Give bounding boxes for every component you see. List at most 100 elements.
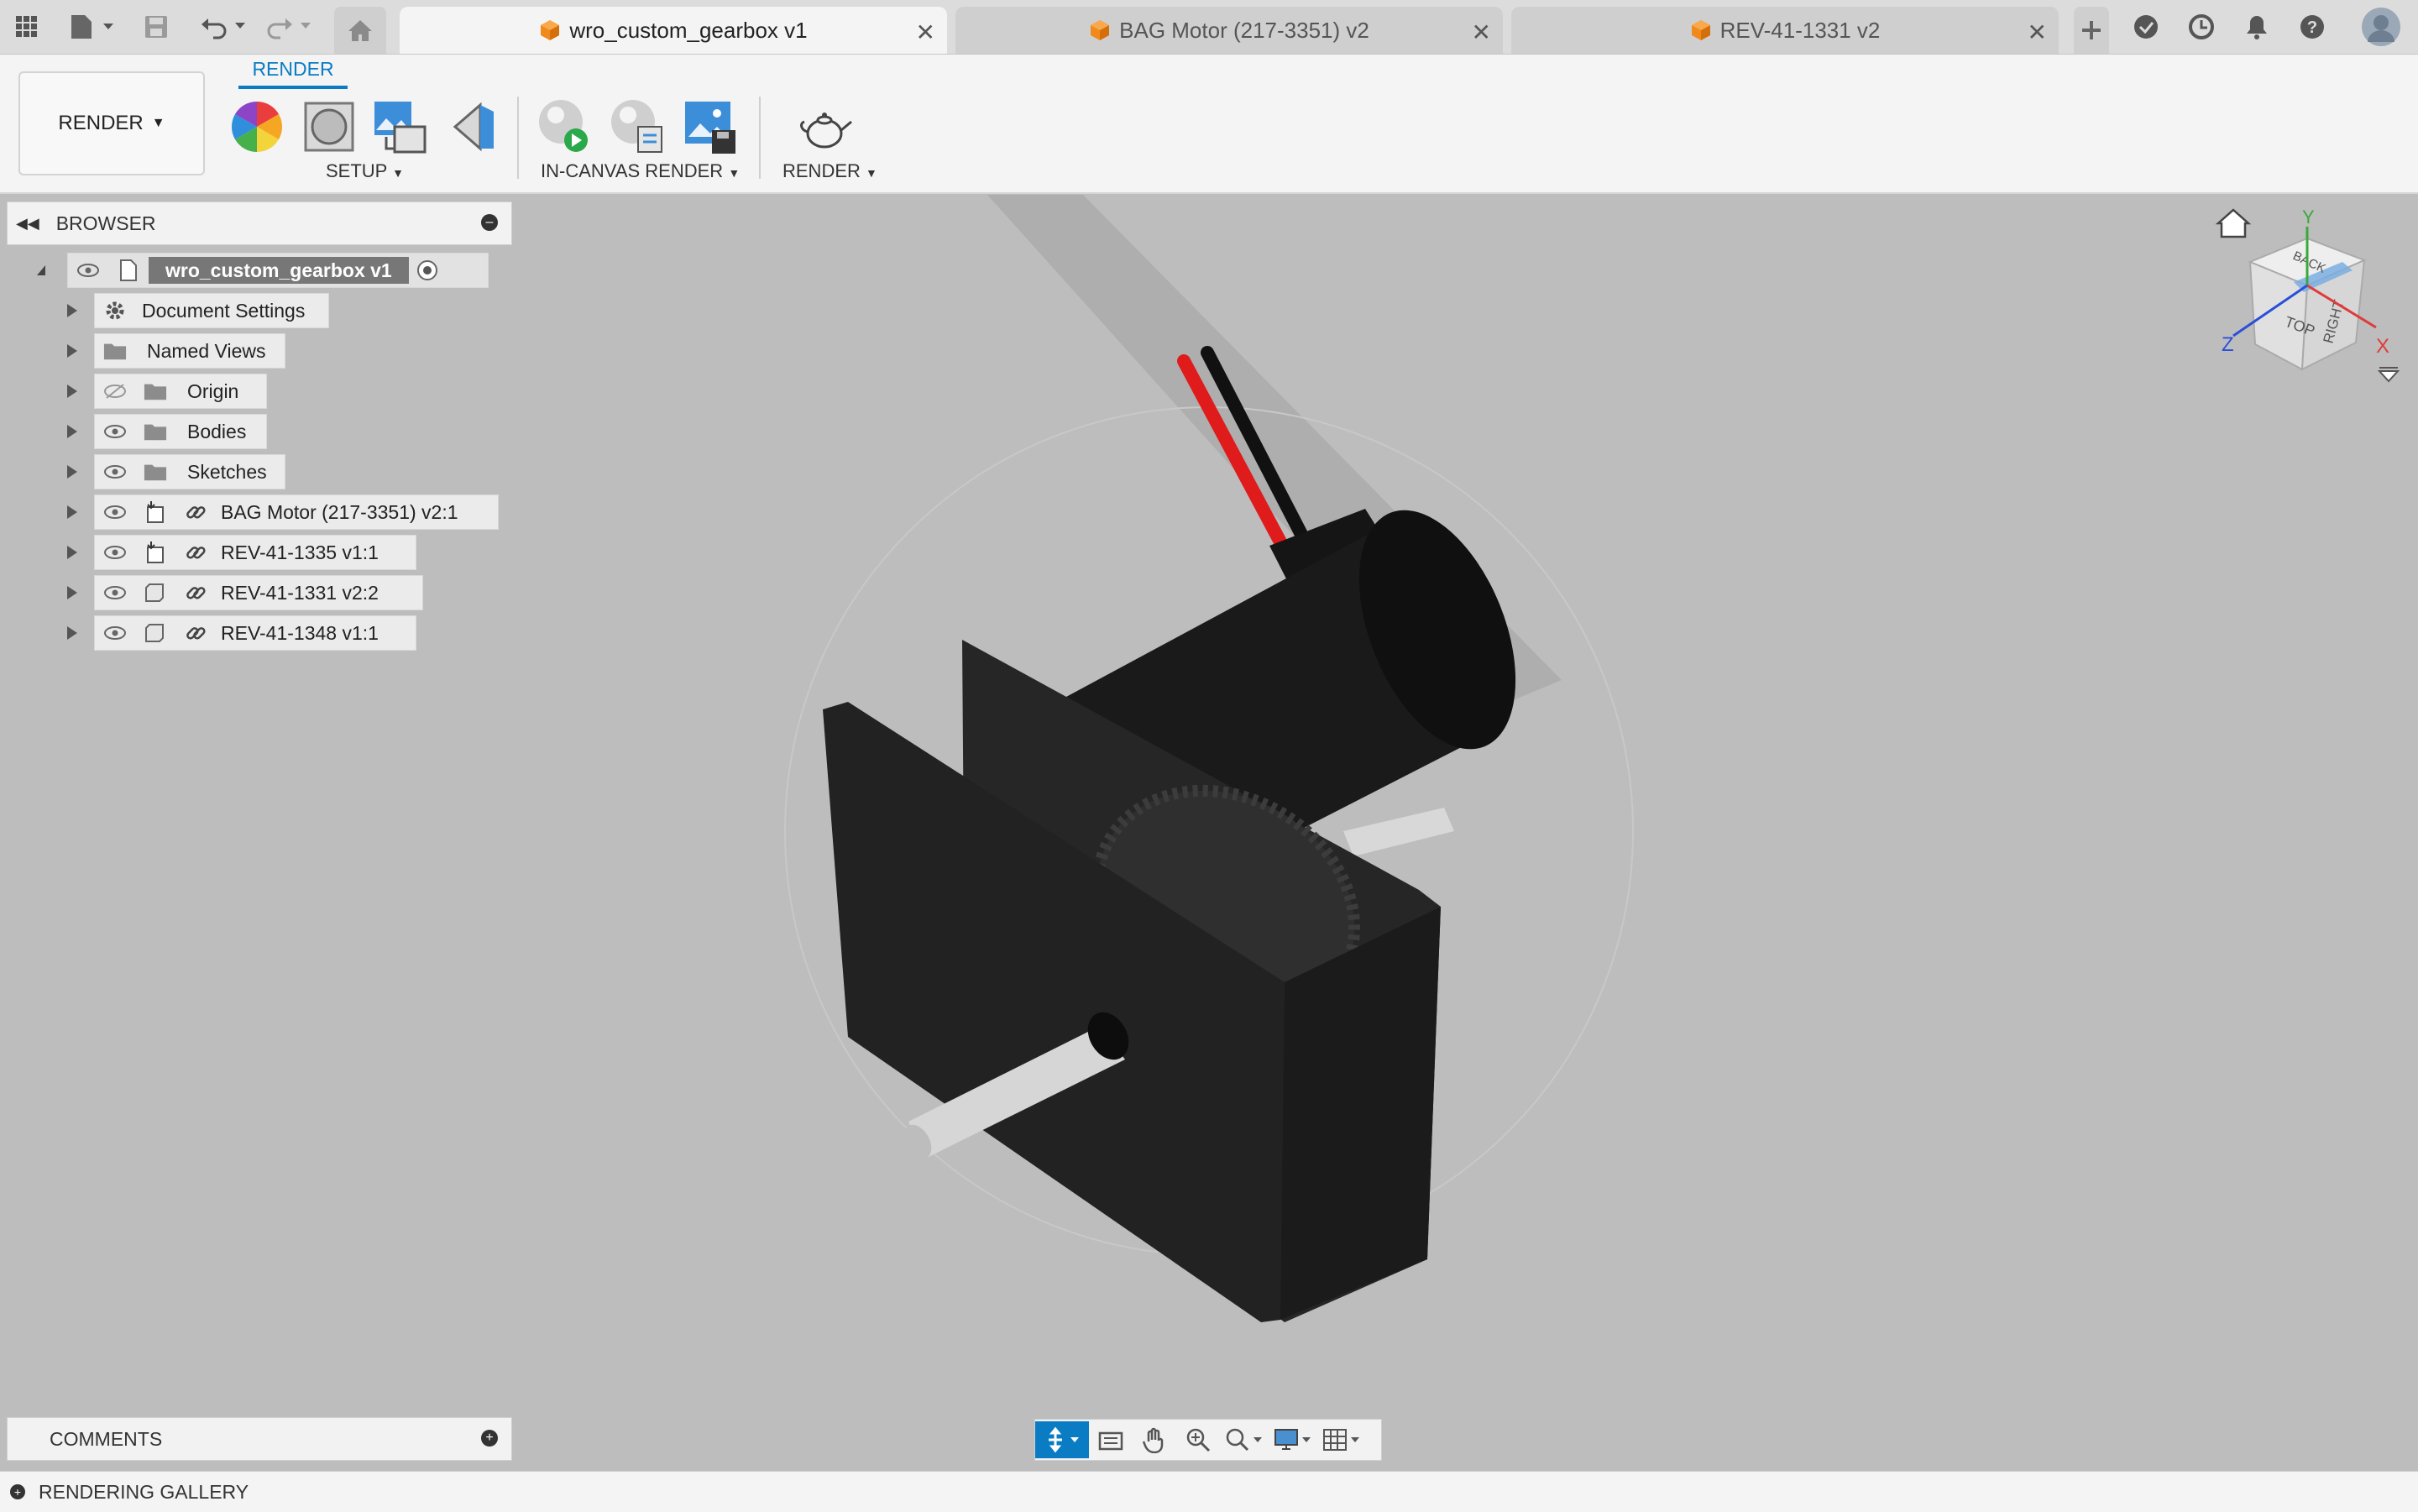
setup-label: SETUP: [326, 160, 387, 181]
view-cube[interactable]: TOP RIGHT BACK Y X Z: [2200, 201, 2401, 403]
tree-item-label: Document Settings: [142, 299, 306, 322]
scene-settings-icon[interactable]: [369, 97, 430, 157]
save-icon[interactable]: [141, 12, 171, 42]
expand-triangle-icon[interactable]: [67, 626, 77, 640]
folder-icon: [144, 420, 167, 443]
close-tab-icon[interactable]: ✕: [2028, 18, 2047, 46]
capture-image-icon[interactable]: [678, 97, 739, 157]
tree-node[interactable]: Bodies: [94, 414, 267, 449]
comments-panel-header[interactable]: COMMENTS +: [7, 1417, 512, 1461]
expand-triangle-icon[interactable]: [67, 465, 77, 479]
folder-icon: [144, 379, 167, 403]
viewcube-menu-icon[interactable]: [2377, 367, 2400, 383]
render-label: RENDER: [782, 160, 861, 181]
tree-node[interactable]: Named Views: [94, 333, 285, 369]
tree-node[interactable]: REV-41-1335 v1:1: [94, 535, 416, 570]
collapse-panel-icon[interactable]: ◀◀: [16, 215, 39, 233]
workspace-label: RENDER: [58, 112, 144, 134]
tab-bag-motor[interactable]: BAG Motor (217-3351) v2 ✕: [955, 7, 1503, 54]
in-canvas-render-group-label[interactable]: IN-CANVAS RENDER ▼: [541, 160, 740, 182]
tree-item-label: Origin: [187, 379, 239, 402]
minimize-panel-icon[interactable]: –: [481, 214, 498, 231]
add-comment-icon[interactable]: +: [481, 1430, 498, 1447]
tree-node[interactable]: BAG Motor (217-3351) v2:1: [94, 494, 499, 530]
grid-settings-icon[interactable]: [1317, 1421, 1366, 1458]
expand-triangle-icon[interactable]: [67, 586, 77, 599]
component-cube-icon: [1691, 20, 1710, 40]
job-status-icon[interactable]: [2186, 12, 2216, 42]
workspace-switcher-button[interactable]: RENDER ▼: [18, 71, 205, 175]
pan-hand-icon[interactable]: [1133, 1421, 1176, 1458]
expand-triangle-icon[interactable]: [67, 385, 77, 398]
tree-node[interactable]: Document Settings: [94, 293, 329, 328]
setup-group-label[interactable]: SETUP ▼: [326, 160, 404, 182]
visibility-eye-icon[interactable]: [103, 541, 127, 564]
tree-node[interactable]: REV-41-1348 v1:1: [94, 615, 416, 651]
physical-material-icon[interactable]: [299, 97, 359, 157]
render-group-label[interactable]: RENDER ▼: [782, 160, 877, 182]
in-canvas-render-icon[interactable]: [534, 97, 594, 157]
display-settings-icon[interactable]: [1269, 1421, 1317, 1458]
collapse-triangle-icon[interactable]: [37, 265, 45, 275]
help-icon[interactable]: ?: [2297, 12, 2327, 42]
close-tab-icon[interactable]: ✕: [1472, 18, 1491, 46]
notifications-icon[interactable]: [2242, 12, 2272, 42]
link-icon: [184, 500, 207, 524]
svg-text:?: ?: [2307, 18, 2317, 37]
title-tab-bar: wro_custom_gearbox v1 ✕ BAG Motor (217-3…: [0, 0, 2418, 55]
link-icon: [184, 621, 207, 645]
expand-triangle-icon[interactable]: [67, 344, 77, 358]
visibility-eye-icon[interactable]: [103, 460, 127, 484]
component-icon: [144, 581, 167, 604]
rendering-gallery-title: RENDERING GALLERY: [39, 1480, 249, 1503]
home-icon[interactable]: [334, 7, 386, 54]
visibility-eye-icon[interactable]: [103, 420, 127, 443]
tab-label: REV-41-1331 v2: [1719, 17, 1881, 43]
tree-item-label: BAG Motor (217-3351) v2:1: [221, 500, 458, 523]
expand-gallery-icon[interactable]: +: [10, 1484, 25, 1499]
expand-triangle-icon[interactable]: [67, 304, 77, 317]
rendering-gallery-bar[interactable]: + RENDERING GALLERY: [0, 1471, 2418, 1512]
tree-item-label: Sketches: [187, 460, 267, 483]
root-component-node[interactable]: wro_custom_gearbox v1: [67, 253, 489, 288]
zoom-icon[interactable]: [1176, 1421, 1220, 1458]
tab-rev-41-1331[interactable]: REV-41-1331 v2 ✕: [1511, 7, 2059, 54]
appearance-icon[interactable]: [227, 97, 287, 157]
hidden-eye-icon[interactable]: [103, 379, 127, 403]
visibility-eye-icon[interactable]: [103, 621, 127, 645]
expand-triangle-icon[interactable]: [67, 546, 77, 559]
new-tab-icon[interactable]: [2074, 7, 2109, 54]
user-avatar[interactable]: [2359, 5, 2403, 49]
undo-icon[interactable]: [198, 12, 249, 42]
in-canvas-render-settings-icon[interactable]: [606, 97, 667, 157]
browser-panel-header[interactable]: ◀◀ BROWSER –: [7, 201, 512, 245]
orbit-tool-icon[interactable]: [1035, 1421, 1089, 1458]
tree-node[interactable]: REV-41-1331 v2:2: [94, 575, 423, 610]
visibility-eye-icon[interactable]: [103, 581, 127, 604]
extensions-icon[interactable]: [2131, 12, 2161, 42]
document-icon: [117, 259, 140, 282]
tree-item-label: REV-41-1331 v2:2: [221, 581, 379, 604]
visibility-eye-icon[interactable]: [103, 500, 127, 524]
decal-icon[interactable]: [442, 97, 502, 157]
redo-icon[interactable]: [264, 12, 314, 42]
tree-item-label: Named Views: [147, 339, 266, 362]
visibility-eye-icon[interactable]: [76, 259, 100, 282]
comments-title: COMMENTS: [50, 1427, 163, 1450]
render-teapot-icon[interactable]: [796, 97, 856, 157]
ribbon-separator: [517, 97, 519, 179]
file-icon[interactable]: [67, 12, 118, 42]
look-at-icon[interactable]: [1089, 1421, 1133, 1458]
tab-render[interactable]: RENDER: [238, 58, 348, 89]
tab-wro-custom-gearbox[interactable]: wro_custom_gearbox v1 ✕: [400, 7, 947, 54]
close-tab-icon[interactable]: ✕: [916, 18, 935, 46]
expand-triangle-icon[interactable]: [67, 505, 77, 519]
model-canvas[interactable]: [0, 195, 2418, 1469]
app-grid-icon[interactable]: [12, 12, 42, 42]
tree-node[interactable]: Origin: [94, 374, 267, 409]
zoom-window-icon[interactable]: [1220, 1421, 1269, 1458]
expand-triangle-icon[interactable]: [67, 425, 77, 438]
activate-radio-icon[interactable]: [416, 259, 439, 282]
home-view-icon[interactable]: [2215, 208, 2252, 238]
tree-node[interactable]: Sketches: [94, 454, 285, 489]
